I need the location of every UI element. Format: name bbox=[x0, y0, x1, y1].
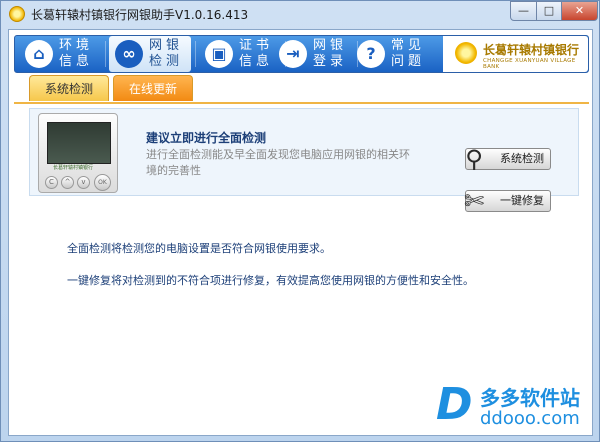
app-coin-icon bbox=[9, 6, 25, 22]
home-icon: ⌂ bbox=[25, 40, 53, 68]
nav-label: 网银检测 bbox=[149, 38, 184, 69]
watermark-url: ddooo.com bbox=[480, 408, 580, 429]
bank-emblem-icon bbox=[455, 42, 477, 64]
device-down-button-icon: v bbox=[77, 176, 90, 189]
minimize-button[interactable]: — bbox=[510, 1, 537, 21]
watermark-brand: 多多软件站 bbox=[480, 386, 580, 410]
nav-label: 环境信息 bbox=[59, 38, 94, 69]
bank-name: 长葛轩辕村镇银行 bbox=[483, 43, 580, 57]
device-ok-button-icon: OK bbox=[94, 174, 111, 191]
device-label: 长葛轩辕村镇银行 bbox=[53, 165, 94, 171]
certificate-icon: ▣ bbox=[205, 40, 233, 68]
nav-faq[interactable]: ? 常见问题 bbox=[351, 36, 433, 72]
maximize-button[interactable]: □ bbox=[536, 1, 562, 21]
one-click-repair-button[interactable]: ✄ 一键修复 bbox=[464, 187, 551, 215]
nav-label: 证书信息 bbox=[239, 38, 274, 69]
device-screen bbox=[47, 122, 111, 164]
device-c-button-icon: C bbox=[45, 176, 58, 189]
question-icon: ? bbox=[357, 40, 385, 68]
check-headline: 建议立即进行全面检测 bbox=[146, 131, 267, 145]
tab-underline bbox=[14, 102, 589, 104]
wrench-icon: ✄ bbox=[463, 187, 485, 215]
nav-online-banking-login[interactable]: ⇥ 网银登录 bbox=[273, 36, 355, 72]
system-check-label: 系统检测 bbox=[500, 152, 544, 165]
tab-system-check[interactable]: 系统检测 bbox=[29, 75, 109, 101]
nav-label: 网银登录 bbox=[313, 38, 348, 69]
system-check-button[interactable]: ⚲ 系统检测 bbox=[465, 145, 551, 173]
info-repair-text: 一键修复将对检测到的不符合项进行修复，有效提高您使用网银的方便性和安全性。 bbox=[67, 274, 474, 287]
nav-divider bbox=[195, 41, 196, 67]
device-up-button-icon: ^ bbox=[61, 176, 74, 189]
main-nav-bar: ⌂ 环境信息 ∞ 网银检测 ▣ 证书信息 ⇥ 网银登录 ? 常见问题 长葛轩辕村… bbox=[14, 35, 589, 73]
stethoscope-icon: ∞ bbox=[115, 40, 143, 68]
nav-divider bbox=[105, 41, 106, 67]
nav-online-banking-check[interactable]: ∞ 网银检测 bbox=[109, 36, 191, 72]
close-button[interactable]: ✕ bbox=[561, 1, 598, 21]
nav-environment-info[interactable]: ⌂ 环境信息 bbox=[19, 36, 101, 72]
bank-logo: 长葛轩辕村镇银行 CHANGGE XUANYUAN VILLAGE BANK bbox=[443, 36, 588, 72]
window-title: 长葛轩辕村镇银行网银助手V1.0.16.413 bbox=[31, 8, 249, 22]
client-area: ⌂ 环境信息 ∞ 网银检测 ▣ 证书信息 ⇥ 网银登录 ? 常见问题 长葛轩辕村… bbox=[8, 29, 593, 436]
nav-label: 常见问题 bbox=[391, 38, 426, 69]
one-click-repair-label: 一键修复 bbox=[500, 194, 544, 207]
usb-key-device-illustration: 长葛轩辕村镇银行 C ^ v OK bbox=[38, 113, 118, 193]
watermark-d-logo-icon: D bbox=[436, 379, 473, 430]
title-bar[interactable]: 长葛轩辕村镇银行网银助手V1.0.16.413 — □ ✕ bbox=[1, 1, 599, 27]
nav-certificate-info[interactable]: ▣ 证书信息 bbox=[199, 36, 281, 72]
app-window: 长葛轩辕村镇银行网银助手V1.0.16.413 — □ ✕ ⌂ 环境信息 ∞ 网… bbox=[0, 0, 600, 442]
magnifier-icon: ⚲ bbox=[465, 145, 483, 173]
tab-online-update[interactable]: 在线更新 bbox=[113, 75, 193, 101]
check-description: 进行全面检测能及早全面发现您电脑应用网银的相关环境的完善性 bbox=[146, 148, 410, 177]
info-check-text: 全面检测将检测您的电脑设置是否符合网银使用要求。 bbox=[67, 242, 331, 255]
site-watermark: D 多多软件站 ddooo.com bbox=[436, 380, 591, 432]
login-icon: ⇥ bbox=[279, 40, 307, 68]
bank-english-name: CHANGGE XUANYUAN VILLAGE BANK bbox=[483, 58, 576, 70]
